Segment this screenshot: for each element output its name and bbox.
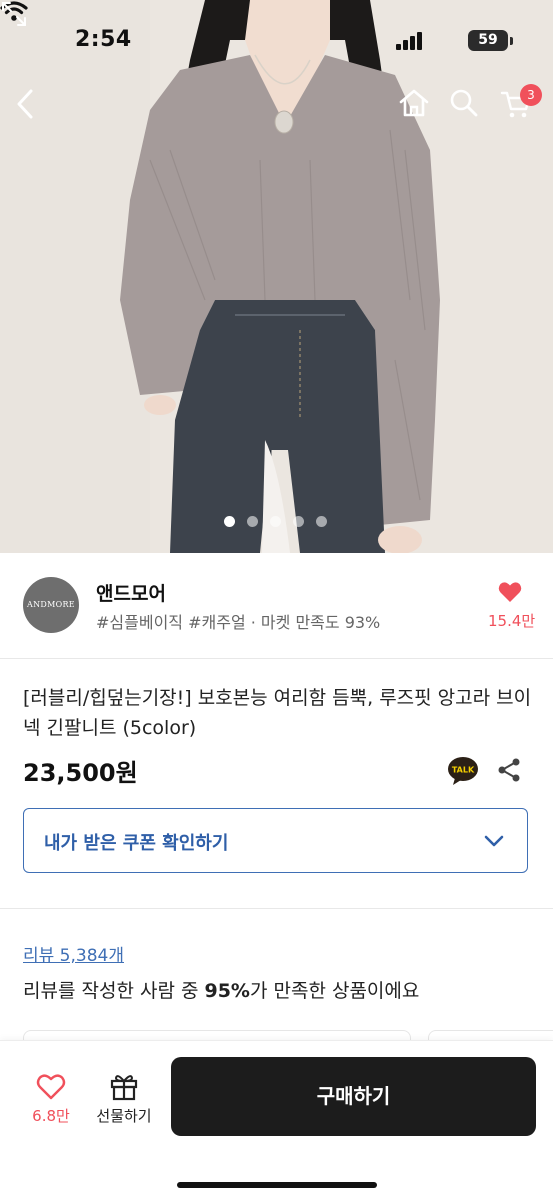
seller-section[interactable]: ANDMORE 앤드모어 #심플베이직 #캐주얼 · 마켓 만족도 93% 15… [0, 553, 553, 658]
talk-bubble-icon: TALK [448, 757, 478, 785]
home-button[interactable] [398, 88, 438, 128]
product-photo [0, 0, 553, 553]
divider [0, 658, 553, 659]
gift-button[interactable]: 선물하기 [92, 1069, 156, 1133]
coupon-check-button[interactable]: 내가 받은 쿠폰 확인하기 [23, 808, 528, 873]
home-icon [399, 89, 429, 117]
product-price: 23,500원 [23, 759, 138, 787]
product-image-carousel[interactable]: 2:54 59 3 [0, 0, 553, 553]
heart-icon[interactable] [498, 581, 522, 603]
carousel-dot[interactable] [247, 516, 258, 527]
wishlist-count: 6.8만 [32, 1107, 70, 1125]
buy-button[interactable]: 구매하기 [171, 1057, 536, 1136]
cart-count-badge: 3 [520, 84, 542, 106]
review-count-link[interactable]: 리뷰 5,384개 [23, 941, 124, 966]
gift-label: 선물하기 [96, 1107, 152, 1125]
carousel-dot[interactable] [224, 516, 235, 527]
review-satisfaction-percent: 95% [204, 980, 250, 1002]
carousel-dot[interactable] [316, 516, 327, 527]
search-icon [450, 89, 478, 117]
seller-tags: #심플베이직 #캐주얼 · 마켓 만족도 93% [96, 613, 381, 632]
product-title: [러블리/힙덮는기장!] 보호본능 여리함 듬뿍, 루즈핏 앙고라 브이넥 긴팔… [23, 687, 532, 739]
status-bar: 2:54 59 [0, 0, 553, 70]
chevron-down-icon [484, 835, 504, 847]
share-button[interactable] [496, 757, 522, 783]
talk-label: TALK [452, 766, 475, 775]
status-time: 2:54 [75, 27, 132, 52]
home-indicator [177, 1182, 377, 1188]
search-button[interactable] [449, 88, 489, 128]
coupon-label: 내가 받은 쿠폰 확인하기 [44, 833, 229, 854]
back-button[interactable] [14, 88, 54, 128]
cellular-signal-icon [396, 32, 424, 50]
chevron-left-icon [17, 89, 33, 119]
expand-icon[interactable] [0, 0, 28, 28]
divider [0, 908, 553, 909]
carousel-dot[interactable] [270, 516, 281, 527]
carousel-dot[interactable] [293, 516, 304, 527]
battery-tip [510, 37, 513, 45]
gift-icon [110, 1075, 138, 1101]
bottom-action-bar: 6.8만 선물하기 구매하기 [0, 1040, 553, 1200]
seller-name[interactable]: 앤드모어 [96, 579, 166, 606]
seller-like-count: 15.4만 [488, 612, 536, 630]
review-summary-suffix: 가 만족한 상품이에요 [249, 980, 420, 1002]
review-summary-prefix: 리뷰를 작성한 사람 중 [23, 980, 205, 1002]
kakaotalk-share-button[interactable]: TALK [447, 756, 479, 786]
share-icon [498, 758, 520, 782]
battery-indicator: 59 [468, 30, 508, 51]
heart-outline-icon [36, 1074, 66, 1100]
seller-avatar[interactable]: ANDMORE [23, 577, 79, 633]
wishlist-button[interactable]: 6.8만 [24, 1071, 78, 1133]
carousel-indicator [224, 516, 327, 527]
review-summary: 리뷰를 작성한 사람 중 95%가 만족한 상품이에요 [23, 976, 419, 1003]
